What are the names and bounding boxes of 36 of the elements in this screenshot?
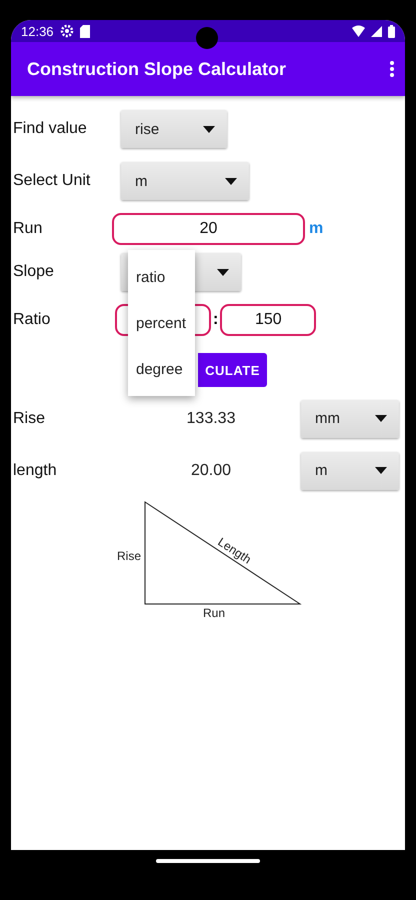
sd-card-icon — [80, 24, 90, 38]
field-label: Find value — [13, 120, 88, 138]
more-icon[interactable] — [389, 60, 395, 78]
field-label: Ratio — [13, 311, 52, 329]
app-title: Construction Slope Calculator — [27, 58, 288, 80]
ratio-separator: : — [213, 311, 218, 329]
menu-item[interactable]: percent — [128, 300, 195, 346]
result-unit-dropdown[interactable]: m — [301, 452, 399, 490]
field-label: Slope — [13, 263, 55, 281]
diagram-label: Run — [203, 606, 226, 620]
unit-dropdown[interactable]: m — [121, 162, 249, 200]
menu-item[interactable]: ratio — [128, 254, 195, 300]
unit-label: m — [309, 220, 324, 238]
menu-item[interactable]: degree — [128, 346, 195, 392]
run-input[interactable]: 20 — [112, 213, 305, 245]
calculate-button[interactable]: CULATE — [198, 353, 267, 387]
result-unit-dropdown[interactable]: mm — [301, 400, 399, 438]
wifi-icon — [352, 25, 365, 37]
result-label: Rise — [13, 410, 46, 428]
battery-icon — [388, 24, 395, 38]
result-label: length — [13, 462, 58, 480]
signal-icon — [371, 26, 382, 36]
diagram-label: Rise — [117, 549, 142, 563]
status-time: 12:36 — [21, 24, 54, 38]
ratio-input[interactable]: 150 — [220, 304, 316, 336]
gear-icon — [60, 24, 74, 38]
caret-icon — [375, 415, 387, 422]
result-value: 20.00 — [190, 462, 232, 480]
field-label: Select Unit — [13, 172, 92, 190]
caret-icon — [203, 126, 215, 132]
caret-icon — [225, 178, 237, 184]
caret-icon — [217, 268, 229, 276]
find-value-dropdown[interactable]: rise — [121, 110, 227, 148]
field-label: Run — [13, 220, 44, 238]
caret-icon — [375, 467, 387, 474]
result-value: 133.33 — [186, 410, 236, 428]
